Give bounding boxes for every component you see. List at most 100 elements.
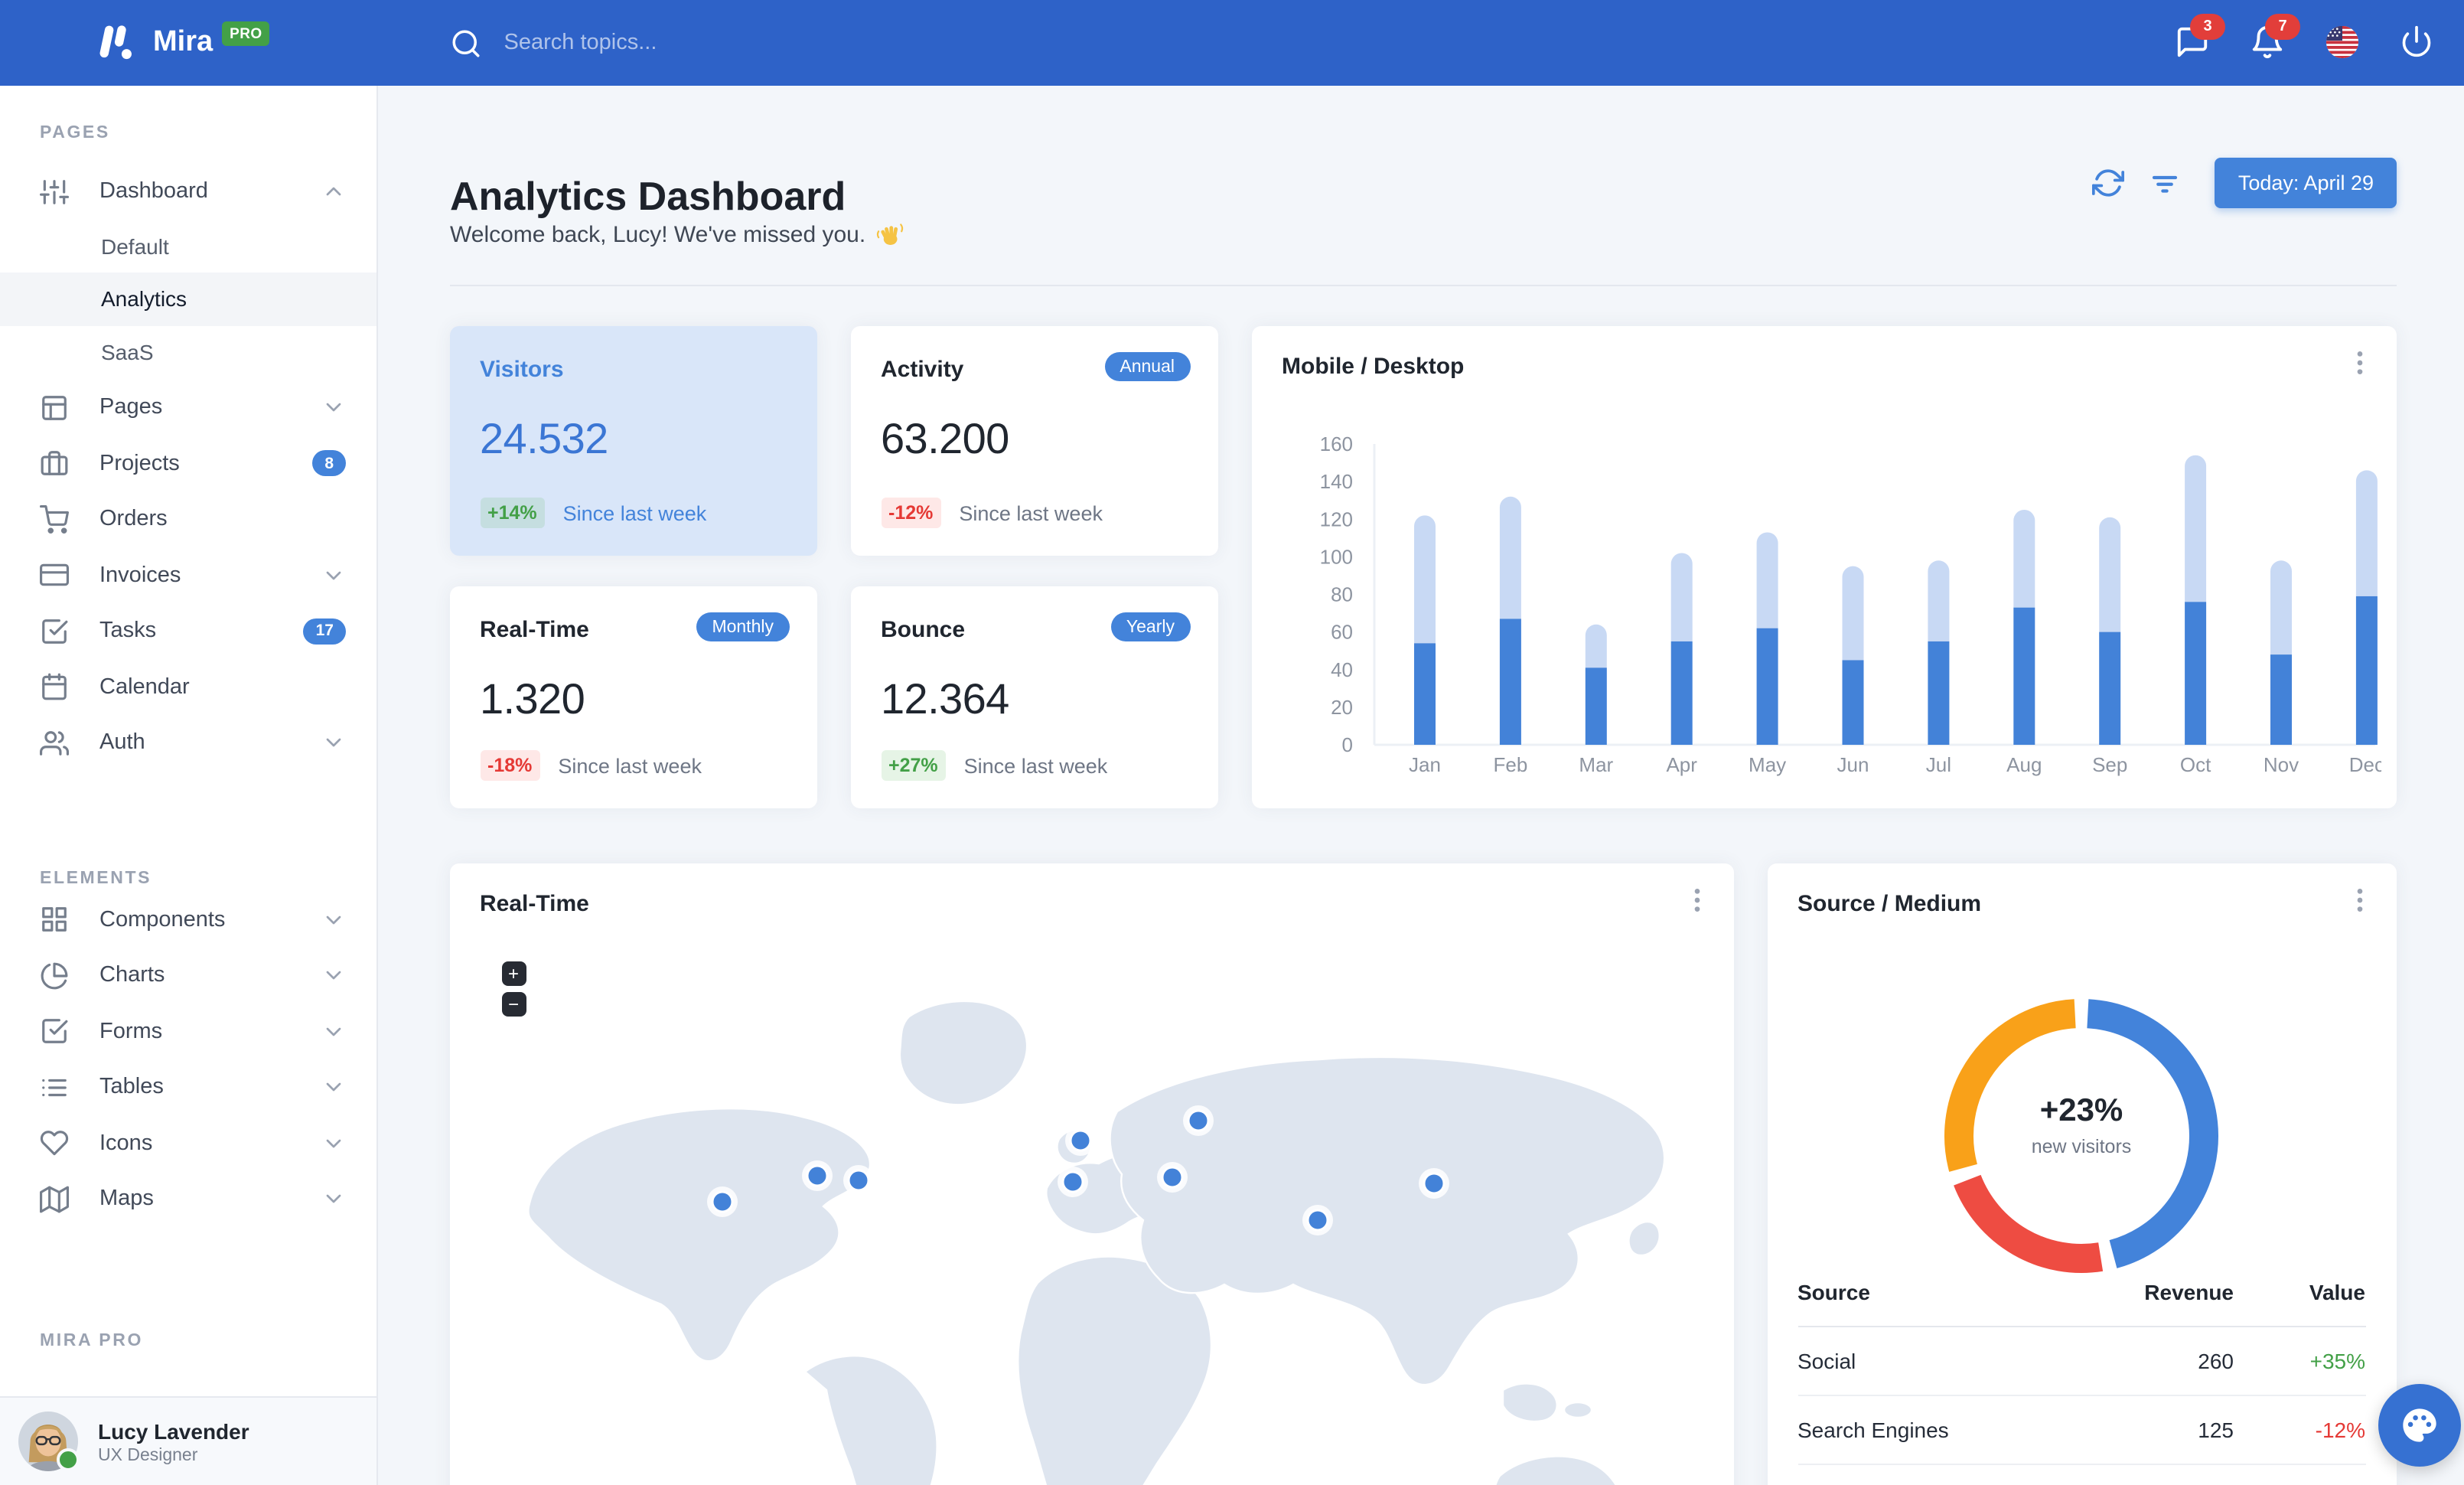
world-map[interactable] (449, 931, 1733, 1485)
source-medium-menu-icon[interactable] (2344, 885, 2374, 915)
sidebar-item-label: Pages (99, 395, 163, 420)
map-zoom-out-button[interactable]: − (501, 992, 526, 1017)
stat-footer: -18% Since last week (480, 750, 702, 781)
stat-caption: Since last week (959, 501, 1103, 524)
theme-palette-fab[interactable] (2378, 1384, 2461, 1467)
sidebar-item-invoices[interactable]: Invoices (0, 547, 376, 603)
sidebar-item-label: Icons (99, 1131, 153, 1156)
table-row[interactable]: Social 260 +35% (1797, 1327, 2365, 1396)
power-button[interactable] (2400, 24, 2436, 61)
navbar-actions: 3 7 (2175, 0, 2436, 86)
stat-footer: +14% Since last week (480, 498, 706, 528)
users-icon (40, 729, 69, 758)
map-icon (40, 1185, 69, 1214)
map-marker[interactable] (710, 1190, 733, 1213)
search-input[interactable] (500, 29, 844, 57)
sidebar-item-label: Tasks (99, 618, 157, 644)
stat-period-badge[interactable]: Yearly (1110, 612, 1190, 641)
sidebar-item-label: Projects (99, 451, 180, 476)
sliders-icon (40, 178, 69, 207)
map-marker[interactable] (1068, 1129, 1091, 1152)
sidebar-item-label: Auth (99, 730, 145, 756)
stat-footer: +27% Since last week (881, 750, 1107, 781)
check-square-icon (40, 1017, 69, 1046)
sidebar-item-dashboard[interactable]: Dashboard (0, 164, 376, 220)
refresh-icon[interactable] (2092, 167, 2125, 199)
svg-text:140: 140 (1319, 470, 1352, 493)
sidebar-subitem-analytics[interactable]: Analytics (0, 273, 376, 325)
sidebar-subitem-default[interactable]: Default (0, 220, 376, 273)
sidebar-item-tasks[interactable]: Tasks 17 (0, 603, 376, 659)
sidebar-item-pages[interactable]: Pages (0, 380, 376, 436)
sidebar-item-auth[interactable]: Auth (0, 715, 376, 771)
svg-text:60: 60 (1330, 621, 1352, 644)
svg-text:Aug: Aug (2006, 753, 2041, 776)
search-box[interactable] (451, 27, 844, 59)
table-row[interactable]: Search Engines 125 -12% (1797, 1396, 2365, 1465)
filter-icon[interactable] (2149, 167, 2182, 199)
sidebar-item-label: Orders (99, 507, 168, 532)
col-source: Source (1797, 1280, 1870, 1304)
stat-period-badge[interactable]: Monthly (696, 612, 789, 641)
cell-value: -12% (2315, 1418, 2365, 1442)
svg-text:80: 80 (1330, 583, 1352, 606)
sidebar: PAGES Dashboard Default Analytics SaaS Pages P… (0, 86, 378, 1485)
mobile-desktop-menu-icon[interactable] (2344, 348, 2374, 378)
map-marker[interactable] (1160, 1166, 1183, 1189)
stat-delta-chip: +14% (480, 498, 545, 528)
language-flag-us[interactable] (2325, 24, 2361, 61)
map-zoom-in-button[interactable]: + (501, 961, 526, 986)
cell-source: Social (1797, 1349, 1856, 1373)
svg-text:Apr: Apr (1665, 753, 1696, 776)
cell-revenue: 260 (2198, 1349, 2234, 1373)
stat-caption: Since last week (963, 754, 1108, 777)
table-row[interactable]: Direct164+46% (1797, 1465, 2365, 1485)
svg-text:0: 0 (1341, 733, 1352, 756)
stat-period-badge[interactable]: Annual (1104, 352, 1190, 381)
messages-button[interactable]: 3 (2175, 14, 2225, 61)
map-marker[interactable] (1422, 1172, 1445, 1195)
sidebar-item-label: Charts (99, 963, 165, 988)
realtime-map-title: Real-Time (480, 891, 589, 917)
sidebar-item-tables[interactable]: Tables (0, 1059, 376, 1115)
svg-text:Jan: Jan (1408, 753, 1440, 776)
chevron-down-icon (321, 908, 346, 932)
app-root: Mira PRO 3 7 (0, 0, 2464, 1485)
online-status-dot (57, 1448, 80, 1471)
cart-icon (40, 504, 69, 534)
brand[interactable]: Mira PRO (95, 20, 270, 66)
sidebar-item-icons[interactable]: Icons (0, 1115, 376, 1171)
sidebar-subitem-saas[interactable]: SaaS (0, 325, 376, 378)
stat-card-bounce: Bounce Yearly 12.364 +27% Since last week (850, 586, 1217, 808)
source-medium-title: Source / Medium (1797, 891, 1982, 917)
stat-title: Activity (881, 357, 964, 383)
sidebar-item-components[interactable]: Components (0, 892, 376, 948)
sidebar-user-card[interactable]: Lucy Lavender UX Designer (0, 1396, 376, 1485)
stat-delta-chip: +27% (881, 750, 946, 781)
sidebar-item-maps[interactable]: Maps (0, 1171, 376, 1227)
sidebar-item-orders[interactable]: Orders (0, 491, 376, 547)
sidebar-item-charts[interactable]: Charts (0, 948, 376, 1004)
map-marker[interactable] (1186, 1109, 1209, 1132)
sidebar-section-label: PAGES (40, 124, 110, 142)
sidebar-item-forms[interactable]: Forms (0, 1004, 376, 1059)
source-medium-card: Source / Medium +23% new visitors Source… (1767, 863, 2396, 1485)
table-header-row: Source Revenue Value (1797, 1258, 2365, 1327)
sidebar-item-label: Dashboard (99, 179, 208, 204)
map-marker[interactable] (846, 1169, 869, 1192)
sidebar-item-label: Calendar (99, 674, 190, 700)
sidebar-item-projects[interactable]: Projects 8 (0, 436, 376, 491)
notifications-button[interactable]: 7 (2250, 14, 2300, 61)
realtime-map-menu-icon[interactable] (1681, 885, 1712, 915)
map-marker[interactable] (805, 1164, 828, 1187)
chevron-down-icon (321, 396, 346, 420)
stat-delta-chip: -18% (480, 750, 540, 781)
sidebar-item-calendar[interactable]: Calendar (0, 659, 376, 715)
map-marker[interactable] (1061, 1170, 1084, 1193)
today-button[interactable]: Today: April 29 (2215, 158, 2397, 208)
top-navbar: Mira PRO 3 7 (0, 0, 2464, 86)
col-revenue: Revenue (2144, 1280, 2234, 1304)
map-marker[interactable] (1305, 1209, 1328, 1232)
cell-revenue: 125 (2198, 1418, 2234, 1442)
search-icon (451, 27, 483, 59)
